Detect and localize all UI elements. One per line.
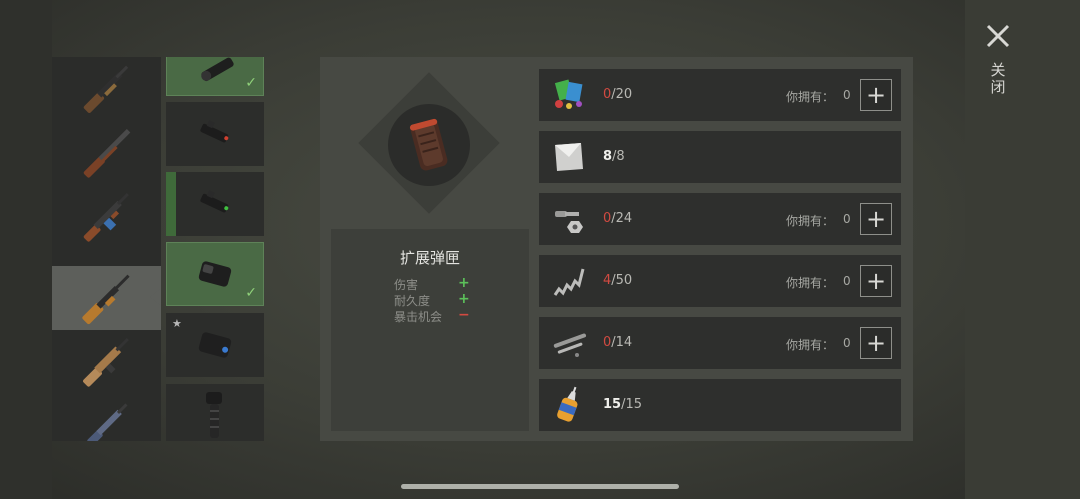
weapon-list[interactable]: [52, 57, 161, 441]
left-edge: [0, 0, 52, 499]
stat-label: 暴击机会: [394, 310, 443, 324]
owned-label: 你拥有：: [786, 338, 835, 352]
resource-count: 4/50: [603, 273, 632, 288]
stat-row: 伤害 +: [394, 275, 474, 292]
stat-label: 耐久度: [394, 294, 431, 308]
nuts-bolts-icon: [549, 201, 589, 237]
metal-plate-icon: [549, 139, 589, 175]
cards-chips-icon: [549, 77, 589, 113]
assault-rifle-icon: [83, 192, 129, 242]
glue-bottle-icon: [549, 386, 589, 423]
home-indicator[interactable]: [401, 484, 679, 489]
item-info: 扩展弹匣 伤害 + 耐久度 + 暴击机会 −: [331, 229, 529, 431]
add-resource-button[interactable]: +: [860, 203, 892, 235]
right-edge: [965, 0, 1080, 499]
progress-bar: [166, 172, 176, 236]
resource-row: 8/8: [539, 131, 901, 183]
item-icon-frame: [388, 104, 470, 186]
laser-mod-icon: [200, 120, 229, 143]
shotgun-double-icon: [83, 128, 130, 178]
need-count: /50: [611, 273, 633, 288]
owned-label: 你拥有：: [786, 90, 835, 104]
pipes-icon: [549, 325, 589, 361]
stat-label: 伤害: [394, 278, 419, 292]
owned-value: 0: [843, 336, 851, 350]
stat-plus-icon: +: [458, 291, 470, 307]
extended-mag-mod-icon: [198, 261, 232, 287]
owned-value: 0: [843, 212, 851, 226]
resource-row: 0/20 你拥有： 0 +: [539, 69, 901, 121]
have-count: 15: [603, 397, 622, 412]
close-label[interactable]: 关闭: [988, 62, 1008, 96]
owned-value: 0: [843, 274, 851, 288]
spring-icon: [549, 263, 589, 299]
resource-count: 15/15: [603, 397, 642, 412]
mod-slot[interactable]: [166, 384, 264, 441]
item-title: 扩展弹匣: [399, 249, 460, 267]
resource-count: 0/20: [603, 87, 632, 102]
box-mod-icon: [198, 332, 232, 358]
laser-green-mod-icon: [200, 190, 229, 213]
rifle-wood-icon: [81, 274, 130, 325]
selection-pointer: [150, 289, 160, 305]
weapon-slot-selected[interactable]: [52, 266, 161, 330]
add-resource-button[interactable]: +: [860, 327, 892, 359]
resource-count: 0/14: [603, 335, 632, 350]
weapon-slot[interactable]: [52, 330, 161, 394]
weapon-slot[interactable]: [52, 394, 161, 441]
need-count: /24: [611, 211, 633, 226]
stat-minus-icon: −: [458, 307, 470, 323]
mod-slot[interactable]: [166, 172, 264, 236]
scope-mod-icon: [201, 57, 234, 81]
mod-slot-equipped[interactable]: ✓: [166, 57, 264, 96]
resource-count: 0/24: [603, 211, 632, 226]
stat-row: 暴击机会 −: [394, 307, 474, 324]
need-count: /14: [611, 335, 633, 350]
weapon-slot[interactable]: [52, 57, 161, 121]
check-icon: ✓: [245, 285, 257, 301]
owned-label: 你拥有：: [786, 214, 835, 228]
owned-value: 0: [843, 88, 851, 102]
stat-plus-icon: +: [458, 275, 470, 291]
weapon-slot[interactable]: [52, 185, 161, 249]
magazine-icon: [409, 118, 448, 171]
mod-list[interactable]: ✓ ✓ ★: [166, 57, 264, 441]
resource-row: 4/50 你拥有： 0 +: [539, 255, 901, 307]
resource-row: 0/24 你拥有： 0 +: [539, 193, 901, 245]
add-resource-button[interactable]: +: [860, 265, 892, 297]
resource-count: 8/8: [603, 149, 625, 164]
weapon-slot[interactable]: [52, 121, 161, 185]
need-count: /8: [612, 149, 625, 164]
resource-row: 0/14 你拥有： 0 +: [539, 317, 901, 369]
star-icon: ★: [172, 317, 182, 330]
mod-slot[interactable]: ★: [166, 313, 264, 377]
check-icon: ✓: [245, 75, 257, 91]
close-icon[interactable]: [984, 22, 1012, 50]
scar-rifle-icon: [82, 337, 129, 387]
mod-slot-equipped[interactable]: ✓: [166, 242, 264, 306]
mod-slot[interactable]: [166, 102, 264, 166]
resource-row: 15/15: [539, 379, 901, 431]
need-count: /15: [621, 397, 643, 412]
grip-mod-icon: [206, 392, 222, 438]
owned-label: 你拥有：: [786, 276, 835, 290]
have-count: 8: [603, 149, 613, 164]
add-resource-button[interactable]: +: [860, 79, 892, 111]
shotgun-pump-icon: [83, 65, 128, 113]
need-count: /20: [611, 87, 633, 102]
smg-icon: [86, 403, 128, 441]
stat-row: 耐久度 +: [394, 291, 474, 308]
